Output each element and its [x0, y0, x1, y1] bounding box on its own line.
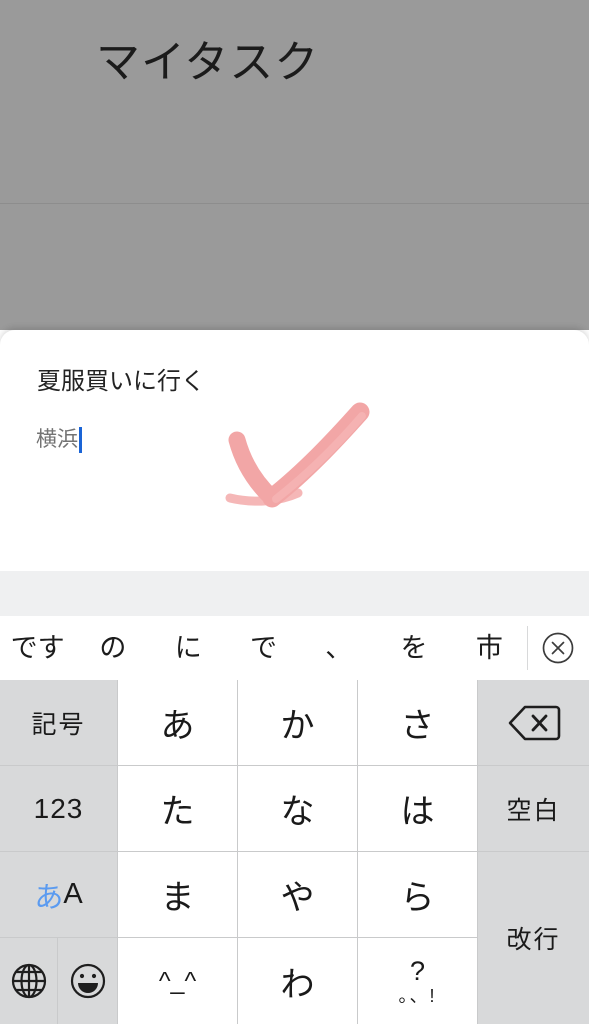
- task-title-text[interactable]: 夏服買いに行く: [37, 366, 205, 398]
- japanese-keyboard: 記号 あ か さ 123 た な は 空白 あA ま や ら 改行 ^_^ わ …: [0, 680, 589, 1024]
- key-ha[interactable]: は: [358, 766, 478, 852]
- suggestion-item[interactable]: の: [75, 616, 150, 680]
- task-details-input[interactable]: 横浜: [36, 425, 82, 455]
- key-ta[interactable]: た: [118, 766, 238, 852]
- key-sa[interactable]: さ: [358, 680, 478, 766]
- key-numbers[interactable]: 123: [0, 766, 118, 852]
- key-enter[interactable]: 改行: [478, 852, 589, 1024]
- app-background-lower: [0, 204, 589, 330]
- suggestion-bar: です の に で 、 を 市: [0, 616, 589, 681]
- suggestion-item[interactable]: です: [0, 616, 75, 680]
- backspace-icon: [508, 705, 560, 740]
- text-caret: [79, 427, 82, 453]
- key-ka[interactable]: か: [238, 680, 358, 766]
- key-space[interactable]: 空白: [478, 766, 589, 852]
- key-ya[interactable]: や: [238, 852, 358, 938]
- key-a[interactable]: あ: [118, 680, 238, 766]
- suggestion-item[interactable]: で: [226, 616, 301, 680]
- suggestion-item[interactable]: に: [151, 616, 226, 680]
- key-na[interactable]: な: [238, 766, 358, 852]
- emoji-icon: [70, 963, 105, 999]
- key-ra[interactable]: ら: [358, 852, 478, 938]
- key-ma[interactable]: ま: [118, 852, 238, 938]
- page-title: マイタスク: [96, 38, 320, 87]
- sheet-action-bar: 保存: [0, 495, 589, 1024]
- close-circle-icon[interactable]: [527, 616, 589, 680]
- punctuation-marks: 。、!: [398, 985, 437, 1006]
- suggestion-item[interactable]: を: [376, 616, 451, 680]
- suggestion-item[interactable]: 、: [301, 616, 376, 680]
- key-symbols[interactable]: 記号: [0, 680, 118, 766]
- key-emoji[interactable]: [58, 938, 118, 1024]
- task-details-value: 横浜: [36, 428, 78, 451]
- key-punctuation[interactable]: ? 。、!: [358, 938, 478, 1024]
- globe-icon: [11, 963, 46, 999]
- key-backspace[interactable]: [478, 680, 589, 766]
- suggestion-item[interactable]: 市: [452, 616, 527, 680]
- key-kana-latin-toggle[interactable]: あA: [0, 852, 118, 938]
- kana-toggle-hiragana: あ: [34, 881, 64, 914]
- key-kaomoji[interactable]: ^_^: [118, 938, 238, 1024]
- keyboard-gap-strip: [0, 571, 589, 617]
- phone-screen: マイタスク 北海道旅行 予約 夏服買いに行く 横浜: [0, 0, 589, 1024]
- key-language[interactable]: [0, 938, 58, 1024]
- key-wa[interactable]: わ: [238, 938, 358, 1024]
- task-list-item[interactable]: 北海道旅行 予約: [0, 126, 589, 299]
- punctuation-question: ?: [409, 955, 426, 986]
- kana-toggle-latin: A: [63, 878, 83, 910]
